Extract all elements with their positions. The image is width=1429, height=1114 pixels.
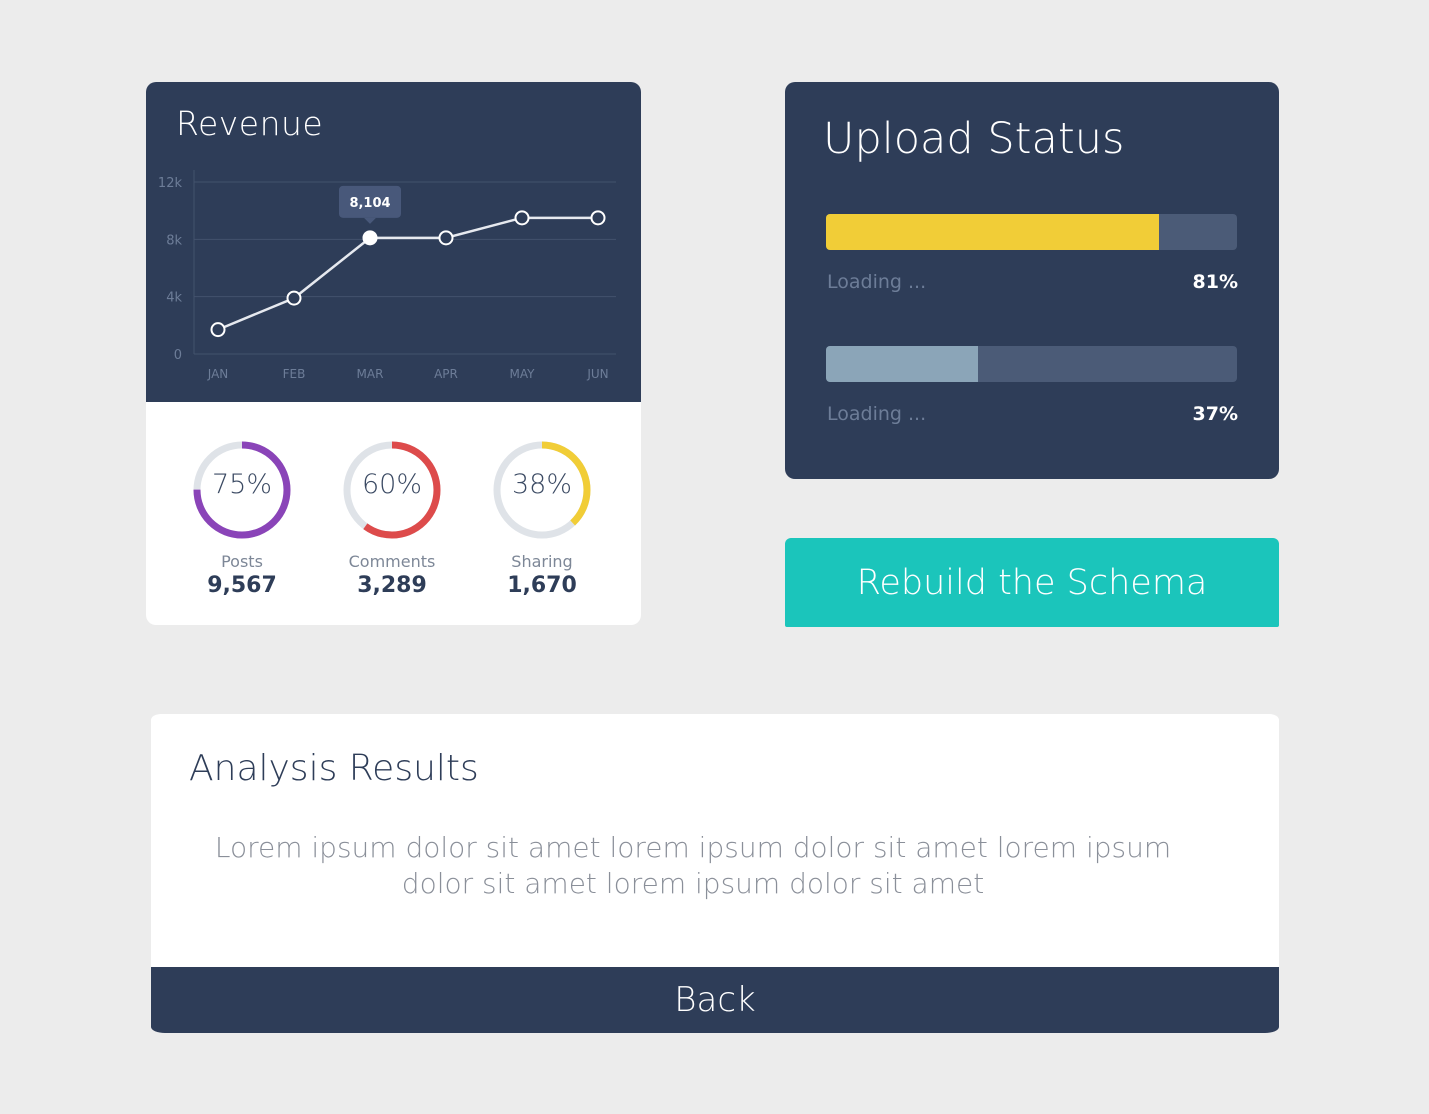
upload-progress-fill-1 [826,214,1159,250]
y-tick-label: 0 [174,348,182,363]
data-point [514,210,530,226]
data-point [286,290,302,306]
tooltip-label: 8,104 [349,196,390,211]
upload-label-2: Loading ... [827,403,927,425]
data-point [590,210,606,226]
y-tick-label: 8k [166,233,182,248]
analysis-results-card: Analysis Results Lorem ipsum dolor sit a… [151,714,1279,1033]
x-tick-label: JAN [207,367,229,381]
rebuild-schema-button[interactable]: Rebuild the Schema [785,538,1279,627]
sharing-value: 1,670 [507,573,577,598]
stat-sharing: 38% Sharing 1,670 [482,438,602,598]
upload-progress-bar-2 [826,346,1237,382]
comments-percent: 60% [361,469,422,500]
upload-title: Upload Status [823,114,1125,164]
revenue-chart-panel: Revenue 0 4k 8k 12k JAN FEB MAR APR MAY JUN 8,104 [146,82,641,402]
x-tick-label: MAY [510,367,536,381]
data-point [210,322,226,338]
upload-status-card: Upload Status Loading ... 81% Loading ..… [785,82,1279,479]
stat-comments: 60% Comments 3,289 [332,438,452,598]
x-tick-label: JUN [586,367,608,381]
posts-percent: 75% [211,469,272,500]
upload-progress-fill-2 [826,346,979,382]
stat-posts: 75% Posts 9,567 [182,438,302,598]
back-button[interactable]: Back [151,967,1279,1033]
x-tick-label: APR [434,367,458,381]
tooltip-arrow [364,217,376,224]
y-tick-label: 12k [158,176,183,191]
x-tick-label: MAR [357,367,384,381]
analysis-body-text: Lorem ipsum dolor sit amet lorem ipsum d… [214,831,1172,900]
sharing-label: Sharing [511,552,573,571]
upload-progress-bar-1 [826,214,1237,250]
comments-value: 3,289 [357,573,427,598]
x-tick-label: FEB [283,367,306,381]
upload-percent-1: 81% [1192,271,1238,293]
upload-percent-2: 37% [1192,403,1238,425]
stats-row: 75% Posts 9,567 60% Comments 3,289 38% S… [146,402,641,625]
analysis-title: Analysis Results [189,748,479,789]
sharing-percent: 38% [511,469,572,500]
data-point [438,230,454,246]
revenue-line-chart: 0 4k 8k 12k JAN FEB MAR APR MAY JUN 8,104 [158,170,616,381]
comments-label: Comments [348,552,436,571]
upload-label-1: Loading ... [827,271,927,293]
posts-value: 9,567 [207,573,277,598]
revenue-card: Revenue 0 4k 8k 12k JAN FEB MAR APR MAY JUN 8,104 … [146,82,641,625]
data-point [362,230,378,246]
revenue-series-line [217,216,598,331]
posts-label: Posts [221,552,263,571]
y-tick-label: 4k [166,291,182,306]
